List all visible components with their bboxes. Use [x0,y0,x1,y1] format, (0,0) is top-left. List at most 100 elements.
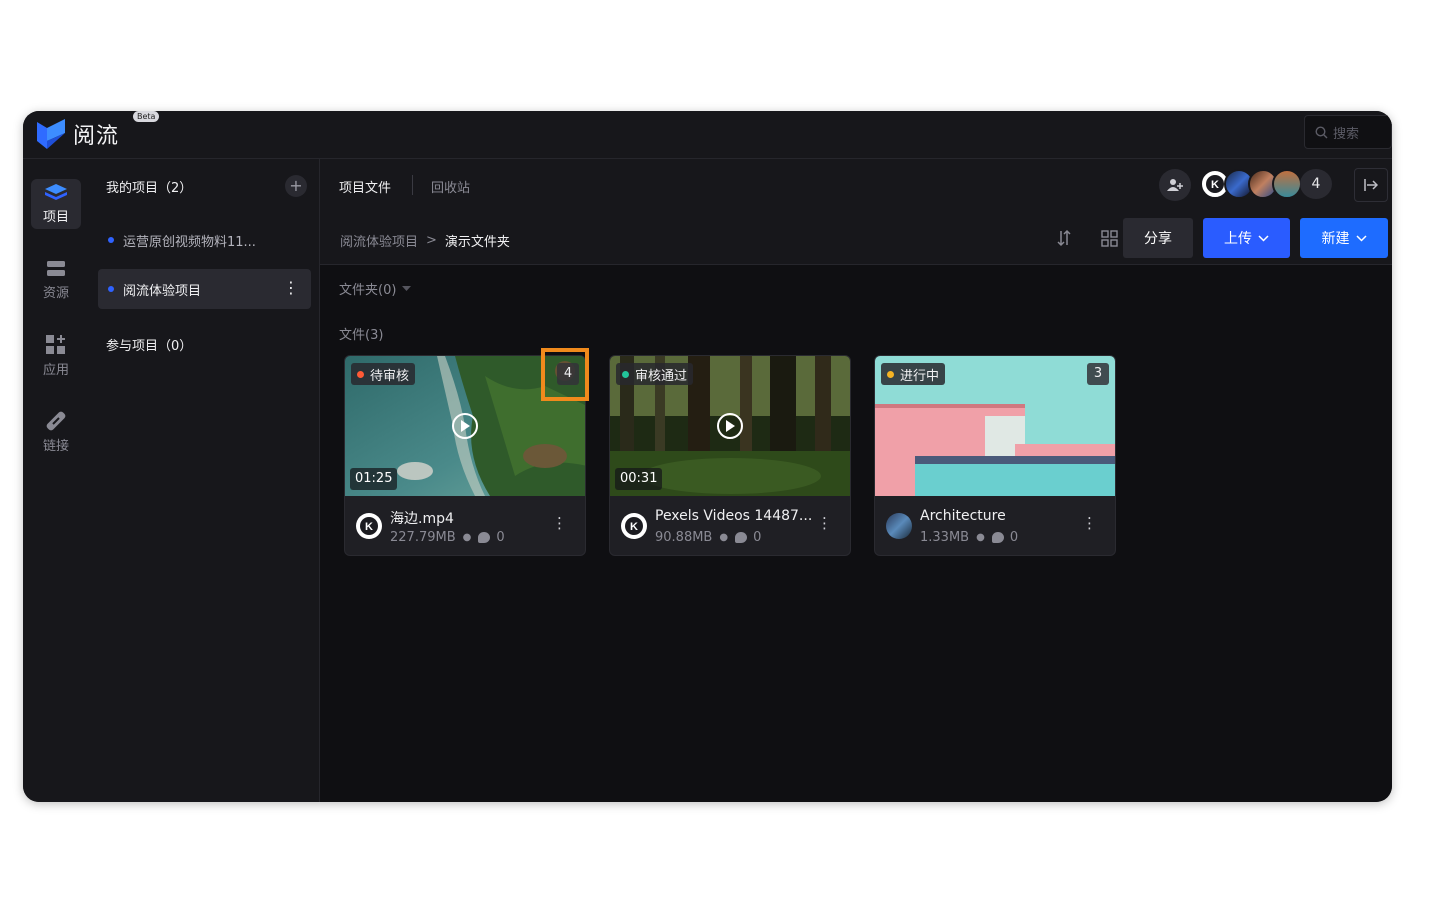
app-window: 阅流 Beta 搜索 项目 资源 应用 链接 我的项目（2） + 运营原创视频物… [23,111,1392,802]
share-label: 分享 [1144,231,1172,247]
folders-label: 文件夹(0) [339,283,397,298]
search-input[interactable]: 搜索 [1304,115,1392,149]
project-sidebar: 我的项目（2） + 运营原创视频物料11... 阅流体验项目 ⋮ 参与项目（0） [89,159,320,802]
comment-icon [735,532,748,543]
comment-count: 0 [1009,530,1019,545]
svg-text:K: K [1211,179,1219,191]
k-logo-icon: K [1206,175,1224,193]
file-card[interactable]: 进行中 3 Architecture 1.33MB ● 0 ⋮ [874,355,1116,556]
svg-text:K: K [365,521,373,533]
rail-label: 链接 [42,438,69,454]
video-thumbnail[interactable]: 审核通过 00:31 [610,356,850,496]
comment-icon [478,532,491,543]
status-dot [622,370,629,378]
rail-item-apps[interactable]: 应用 [31,331,81,381]
beta-badge: Beta [133,111,160,122]
search-icon [1315,125,1328,138]
tab-divider [412,175,413,195]
collapse-panel-button[interactable] [1354,168,1388,202]
project-label: 运营原创视频物料11... [123,234,256,250]
caret-down-icon [402,286,412,291]
uploader-avatar: K [356,513,382,539]
member-avatars[interactable]: K 4 [1200,169,1332,201]
invite-member-button[interactable] [1159,169,1191,201]
chevron-down-icon [1258,234,1269,242]
k-logo-icon: K [625,517,643,535]
create-label: 新建 [1321,231,1350,247]
file-size: 90.88MB [655,530,713,545]
logo-icon [37,119,65,149]
upload-button[interactable]: 上传 [1203,218,1290,258]
avatar [1272,169,1302,199]
search-placeholder: 搜索 [1333,126,1360,142]
video-duration: 00:31 [615,468,663,490]
highlight-box [541,348,589,401]
project-dot [108,237,114,243]
tab-recycle-bin[interactable]: 回收站 [431,177,470,196]
project-dot [108,286,114,292]
upload-label: 上传 [1224,231,1252,247]
file-name: Architecture [920,508,1006,524]
add-user-icon [1167,179,1183,191]
file-name: 海边.mp4 [390,511,454,527]
play-icon[interactable] [717,413,743,439]
sort-button[interactable] [1053,227,1075,249]
play-icon[interactable] [452,413,478,439]
grid-icon [1100,229,1118,247]
folders-section-label[interactable]: 文件夹(0) [339,279,412,298]
status-label: 待审核 [370,368,410,384]
chevron-down-icon [1355,234,1367,242]
grid-view-button[interactable] [1098,227,1120,249]
breadcrumb-current: 演示文件夹 [444,235,510,250]
add-project-button[interactable]: + [285,175,307,197]
svg-text:K: K [630,521,638,533]
app-logo[interactable]: 阅流 [37,116,147,152]
project-item[interactable]: 运营原创视频物料11... [98,220,311,260]
file-meta: 1.33MB ● 0 [920,530,1018,545]
share-button[interactable]: 分享 [1123,218,1193,258]
joined-projects-heading: 参与项目（0） [106,339,193,354]
tab-project-files[interactable]: 项目文件 [339,177,391,196]
video-duration: 01:25 [350,468,398,490]
breadcrumb: 阅流体验项目 > 演示文件夹 [340,231,510,250]
more-icon[interactable]: ⋮ [1082,516,1097,531]
apps-icon [46,334,65,354]
sort-icon [1057,229,1071,247]
create-button[interactable]: 新建 [1300,218,1388,258]
status-label: 审核通过 [635,368,688,384]
file-meta: 90.88MB ● 0 [655,530,761,545]
rail-item-projects[interactable]: 项目 [31,179,81,229]
stack-icon [45,183,67,200]
uploader-avatar [886,513,912,539]
uploader-avatar: K [621,513,647,539]
comment-count: 0 [753,530,762,545]
bullet: ● [719,532,729,543]
status-dot [357,370,364,378]
exit-icon [1364,179,1378,191]
more-icon[interactable]: ⋮ [552,516,567,531]
status-badge: 待审核 [351,363,416,385]
status-label: 进行中 [900,368,940,384]
project-item-active[interactable]: 阅流体验项目 ⋮ [98,269,311,309]
breadcrumb-parent[interactable]: 阅流体验项目 [340,231,418,250]
toolbar: 阅流体验项目 > 演示文件夹 分享 上传 新建 [320,211,1392,265]
rail-item-links[interactable]: 链接 [31,407,81,457]
status-badge: 审核通过 [616,363,694,385]
rail-item-resources[interactable]: 资源 [31,255,81,305]
file-size: 227.79MB [390,530,456,545]
nav-rail: 项目 资源 应用 链接 [23,159,89,802]
more-icon[interactable]: ⋮ [817,516,832,531]
version-count-badge[interactable]: 3 [1087,363,1109,385]
status-dot [887,370,894,378]
project-label: 阅流体验项目 [123,283,202,299]
tabs-bar: 项目文件 回收站 K 4 [320,159,1392,211]
more-icon[interactable]: ⋮ [283,280,299,296]
file-name: Pexels Videos 14487... [655,508,813,524]
main-content: 项目文件 回收站 K 4 阅流体验项目 > 演示文件夹 分享 上传 新建 文件夹… [320,159,1392,802]
file-card[interactable]: 审核通过 00:31 K Pexels Videos 14487... 90.8… [609,355,851,556]
image-thumbnail[interactable]: 进行中 3 [875,356,1115,496]
bullet: ● [462,532,472,543]
file-meta: 227.79MB ● 0 [390,530,505,545]
comment-icon [991,532,1004,543]
bullet: ● [976,532,985,543]
